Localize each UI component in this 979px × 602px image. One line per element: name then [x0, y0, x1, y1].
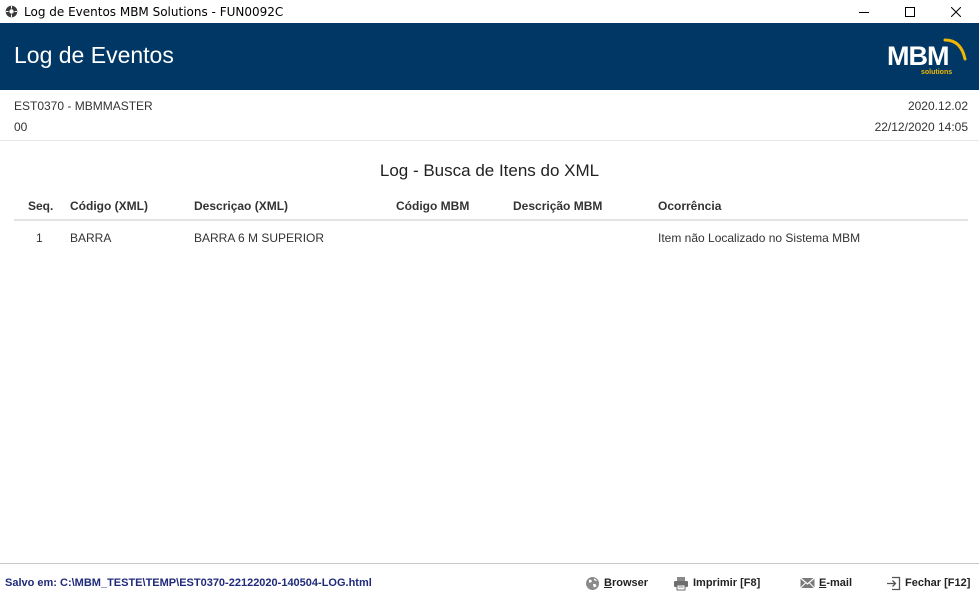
program-name: EST0370 - MBMMASTER [14, 99, 153, 113]
page-title: Log de Eventos [14, 42, 174, 68]
print-button[interactable]: Imprimir [F8] [673, 575, 760, 591]
column-header-codigo-mbm: Código MBM [396, 199, 470, 213]
gear-icon [4, 5, 18, 19]
saved-path: Salvo em: C:\MBM_TESTE\TEMP\EST0370-2212… [5, 577, 372, 589]
envelope-icon [799, 575, 815, 591]
print-label: Imprimir [F8] [693, 577, 761, 589]
status-bar: Salvo em: C:\MBM_TESTE\TEMP\EST0370-2212… [0, 563, 979, 602]
maximize-icon [905, 6, 915, 17]
email-button[interactable]: E -mail [799, 575, 852, 591]
header-banner: Log de Eventos MBM solutions [0, 23, 979, 90]
cell-seq: 1 [36, 231, 43, 245]
exit-icon [885, 575, 901, 591]
company-code: 00 [14, 120, 28, 134]
close-button[interactable] [933, 0, 979, 23]
cell-codigo-xml: BARRA [70, 231, 112, 245]
email-label: -mail [826, 577, 853, 589]
close-report-button[interactable]: Fechar [F12] [885, 575, 970, 591]
minimize-icon [859, 11, 869, 13]
column-header-ocorrencia: Ocorrência [658, 199, 722, 213]
globe-icon [584, 575, 600, 591]
table-header: Seq. Código (XML) Descriçao (XML) Código… [14, 197, 968, 221]
column-header-descricao-xml: Descriçao (XML) [194, 199, 289, 213]
maximize-button[interactable] [887, 0, 933, 23]
cell-ocorrencia: Item não Localizado no Sistema MBM [658, 231, 861, 245]
mbm-logo: MBM solutions [887, 37, 969, 81]
window-titlebar: Log de Eventos MBM Solutions - FUN0092C [0, 0, 979, 23]
report-info: EST0370 - MBMMASTER 00 2020.12.02 22/12/… [0, 90, 979, 141]
column-header-seq: Seq. [28, 199, 54, 213]
cell-descricao-xml: BARRA 6 M SUPERIOR [194, 231, 325, 245]
table-row: 1 BARRA BARRA 6 M SUPERIOR Item não Loca… [14, 229, 968, 249]
close-icon [951, 6, 961, 17]
window-controls [841, 0, 979, 23]
email-label-mnemonic: E [819, 577, 827, 589]
version: 2020.12.02 [907, 99, 968, 113]
browser-label: rowser [611, 577, 649, 589]
window-title: Log de Eventos MBM Solutions - FUN0092C [24, 4, 284, 19]
column-header-descricao-mbm: Descrição MBM [513, 199, 603, 213]
timestamp: 22/12/2020 14:05 [874, 120, 968, 134]
logo-subtext: solutions [921, 69, 953, 76]
close-report-label: Fechar [F12] [905, 577, 971, 589]
column-header-codigo-xml: Código (XML) [70, 199, 148, 213]
logo-text: MBM [887, 41, 949, 71]
report-title: Log - Busca de Itens do XML [379, 161, 600, 180]
minimize-button[interactable] [841, 0, 887, 23]
browser-button[interactable]: Browser [584, 575, 648, 591]
browser-label-mnemonic: B [604, 577, 612, 589]
printer-icon [673, 575, 689, 591]
